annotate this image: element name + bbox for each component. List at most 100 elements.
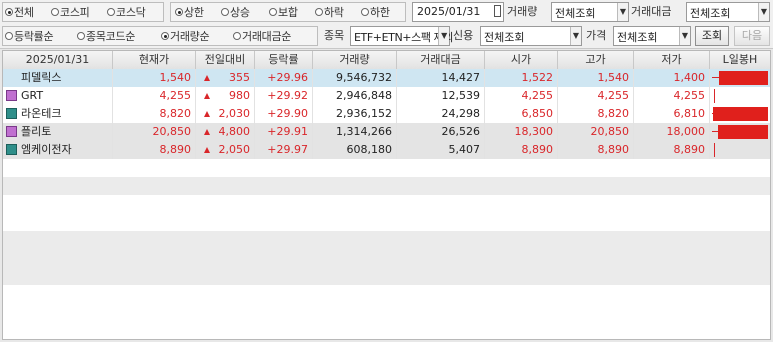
table-row[interactable]: 피델릭스 1,540 355 +29.96 9,546,732 14,427 1,522 1,… <box>3 69 770 87</box>
radio-lower-limit[interactable]: 하한 <box>361 4 390 20</box>
empty-row-band <box>3 267 770 285</box>
cell-price: 8,890 <box>113 141 196 159</box>
col-header-price[interactable]: 현재가 <box>113 51 196 69</box>
cell-amount-text: 26,526 <box>441 125 481 138</box>
cell-high-text: 4,255 <box>597 89 630 102</box>
radio-dot-icon <box>233 32 241 40</box>
cell-volume: 2,946,848 <box>313 87 397 105</box>
cell-stock-name-text: 플리토 <box>21 125 52 138</box>
cell-high-text: 8,890 <box>597 143 630 156</box>
up-arrow-icon <box>204 111 210 117</box>
cell-change: 980 <box>196 87 255 105</box>
cell-open-text: 18,300 <box>514 125 554 138</box>
purple-square-icon <box>6 89 17 101</box>
up-arrow-icon <box>204 129 210 135</box>
calendar-icon[interactable] <box>494 5 501 17</box>
cell-price: 20,850 <box>113 123 196 141</box>
radio-fall[interactable]: 하락 <box>315 4 344 20</box>
cell-volume-text: 2,946,848 <box>336 89 392 102</box>
item-type-select[interactable]: ETF+ETN+스팩 제외 ▼ <box>350 26 454 46</box>
radio-sort-rate[interactable]: 등락률순 <box>5 28 54 44</box>
up-arrow-icon <box>204 75 210 81</box>
cell-amount: 5,407 <box>397 141 485 159</box>
cell-high-text: 8,820 <box>597 107 630 120</box>
col-header-daily-candle[interactable]: L일봉H <box>710 51 770 69</box>
cell-stock-name-text: GRT <box>21 89 44 102</box>
radio-unchanged[interactable]: 보합 <box>269 4 298 20</box>
candle-body <box>713 107 768 121</box>
market-radio-group: 전체 코스피 코스닥 <box>2 2 164 22</box>
cell-volume: 9,546,732 <box>313 69 397 87</box>
cell-rate-text: +29.91 <box>267 125 308 138</box>
col-header-volume[interactable]: 거래량 <box>313 51 397 69</box>
col-header-amount[interactable]: 거래대금 <box>397 51 485 69</box>
col-header-name[interactable]: 2025/01/31 <box>3 51 113 69</box>
credit-select[interactable]: 전체조회 ▼ <box>480 26 582 46</box>
query-button[interactable]: 조회 <box>695 26 729 46</box>
cell-rate-text: +29.97 <box>267 143 308 156</box>
cell-open-text: 4,255 <box>521 89 554 102</box>
cell-daily-candle <box>710 87 770 105</box>
cell-high: 20,850 <box>558 123 634 141</box>
cell-rate: +29.92 <box>255 87 313 105</box>
cell-volume: 608,180 <box>313 141 397 159</box>
table-row[interactable]: 플리토 20,850 4,800 +29.91 1,314,266 26,526 18,30… <box>3 123 770 141</box>
amount-label: 거래대금 <box>631 5 672 18</box>
cell-stock-name: 라온테크 <box>3 105 113 123</box>
price-select[interactable]: 전체조회 ▼ <box>613 26 691 46</box>
radio-market-all[interactable]: 전체 <box>5 4 34 20</box>
cell-low: 18,000 <box>634 123 710 141</box>
cell-amount: 24,298 <box>397 105 485 123</box>
price-label: 가격 <box>586 29 607 42</box>
table-row[interactable]: GRT 4,255 980 +29.92 2,946,848 12,539 4,255 4,2… <box>3 87 770 105</box>
col-header-low[interactable]: 저가 <box>634 51 710 69</box>
next-button[interactable]: 다음 <box>734 26 770 46</box>
date-input[interactable]: 2025/01/31 <box>412 2 504 22</box>
cell-price-text: 20,850 <box>152 125 192 138</box>
col-header-rate[interactable]: 등락률 <box>255 51 313 69</box>
radio-sort-volume[interactable]: 거래량순 <box>161 28 210 44</box>
candle-body <box>719 71 768 85</box>
col-header-change[interactable]: 전일대비 <box>196 51 255 69</box>
amount-select[interactable]: 전체조회 ▼ <box>686 2 770 22</box>
cell-low: 8,890 <box>634 141 710 159</box>
radio-dot-icon <box>5 32 13 40</box>
radio-upper-limit[interactable]: 상한 <box>175 4 204 20</box>
radio-market-kosdaq[interactable]: 코스닥 <box>107 4 146 20</box>
cell-high: 8,890 <box>558 141 634 159</box>
cell-amount-text: 5,407 <box>448 143 481 156</box>
volume-label: 거래량 <box>507 5 538 18</box>
empty-row-band <box>3 303 770 322</box>
empty-row-band <box>3 231 770 249</box>
cell-stock-name-text: 라온테크 <box>21 107 62 120</box>
cell-rate: +29.96 <box>255 69 313 87</box>
radio-rise[interactable]: 상승 <box>221 4 250 20</box>
chevron-down-icon: ▼ <box>679 27 690 45</box>
cell-change: 4,800 <box>196 123 255 141</box>
chevron-down-icon: ▼ <box>617 3 628 21</box>
candle-body <box>718 125 768 139</box>
cell-price: 8,820 <box>113 105 196 123</box>
empty-row-band <box>3 285 770 304</box>
col-header-open[interactable]: 시가 <box>485 51 558 69</box>
col-header-high[interactable]: 고가 <box>558 51 634 69</box>
volume-select[interactable]: 전체조회 ▼ <box>551 2 629 22</box>
cell-stock-name: GRT <box>3 87 113 105</box>
radio-sort-code[interactable]: 종목코드순 <box>77 28 135 44</box>
cell-high: 4,255 <box>558 87 634 105</box>
cell-change-text: 2,030 <box>218 107 251 120</box>
radio-dot-icon <box>269 8 277 16</box>
cell-change: 2,050 <box>196 141 255 159</box>
stock-grid: 2025/01/31 현재가 전일대비 등락률 거래량 거래대금 시가 고가 저… <box>2 50 771 340</box>
radio-dot-icon <box>107 8 115 16</box>
radio-sort-amount[interactable]: 거래대금순 <box>233 28 291 44</box>
cell-low: 1,400 <box>634 69 710 87</box>
cell-daily-candle <box>710 141 770 159</box>
table-row[interactable]: 라온테크 8,820 2,030 +29.90 2,936,152 24,298 6,850… <box>3 105 770 123</box>
table-row[interactable]: 엠케이전자 8,890 2,050 +29.97 608,180 5,407 8,890 8,… <box>3 141 770 159</box>
radio-market-kospi[interactable]: 코스피 <box>51 4 90 20</box>
radio-dot-icon <box>221 8 229 16</box>
cell-amount-text: 14,427 <box>441 71 481 84</box>
radio-dot-icon <box>175 8 183 16</box>
empty-row-band <box>3 177 770 195</box>
